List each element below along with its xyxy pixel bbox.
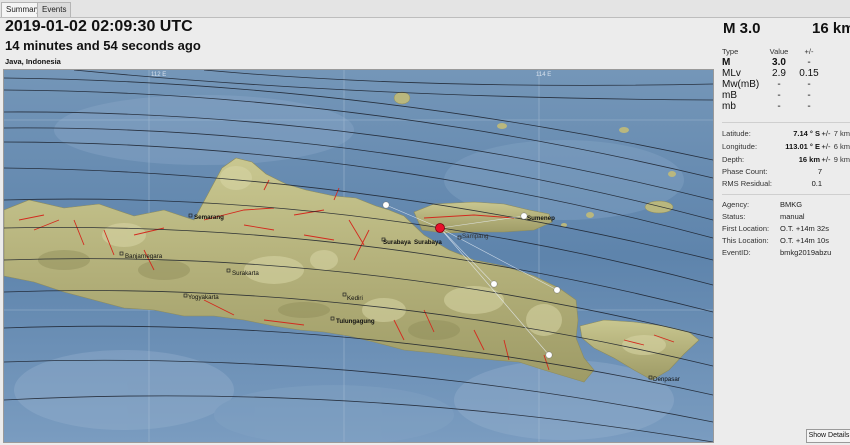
longitude-label: Longitude: (722, 142, 758, 151)
station-marker[interactable] (545, 351, 553, 359)
depth-pm: +/- (821, 155, 831, 164)
grid-label-114: 114 E (536, 72, 551, 78)
longitude-row: Longitude: 113.01 ° E +/- 6 km (722, 141, 850, 152)
map-canvas[interactable]: 112 E 114 E Semarang Banjarnegara Suraka… (4, 70, 713, 442)
small-island (619, 127, 629, 133)
col-uncertainty: +/- (804, 47, 814, 56)
col-value: Value (769, 47, 789, 56)
rms-label: RMS Residual: (722, 179, 773, 188)
epicenter-marker[interactable] (435, 223, 445, 233)
latitude-pm: +/- (821, 129, 831, 138)
event-map[interactable]: 112 E 114 E Semarang Banjarnegara Suraka… (3, 69, 714, 443)
small-island (393, 91, 411, 105)
mag-type: MLv (722, 68, 741, 79)
depth-row: Depth: 16 km +/- 9 km (722, 154, 850, 165)
mag-type: mB (722, 90, 737, 101)
tab-bar: Summary Events (0, 0, 850, 18)
magnitude-row[interactable]: Mw(mB) - - (722, 79, 824, 90)
place-label: Tulungagung (336, 318, 375, 325)
magnitude-row[interactable]: mB - - (722, 90, 824, 101)
region-name: Java, Indonesia (5, 57, 61, 66)
longitude-dir: ° E (809, 142, 820, 151)
mag-value: - (777, 79, 781, 90)
magnitude-row[interactable]: mb - - (722, 101, 824, 112)
latitude-row: Latitude: 7.14 ° S +/- 7 km (722, 128, 850, 139)
mag-uncertainty: - (807, 90, 811, 101)
longitude-pm: +/- (821, 142, 831, 151)
small-island (497, 123, 507, 129)
small-island (668, 171, 676, 177)
phase-count-row: Phase Count: 7 (722, 166, 850, 177)
status-value: manual (780, 212, 805, 221)
mag-uncertainty: 0.15 (799, 68, 819, 79)
depth-label: Depth: (722, 155, 745, 164)
this-location-label: This Location: (722, 236, 769, 245)
first-location-label: First Location: (722, 224, 770, 233)
mag-value: - (777, 90, 781, 101)
this-location-value: O.T. +14m 10s (780, 236, 829, 245)
mag-uncertainty: - (807, 79, 811, 90)
latitude-label: Latitude: (722, 129, 751, 138)
longitude-uncertainty: 6 km (833, 142, 850, 151)
magnitude-row[interactable]: MLv 2.9 0.15 (722, 68, 824, 79)
latitude-uncertainty: 7 km (833, 129, 850, 138)
place-label: Semarang (194, 214, 224, 221)
mag-value: - (777, 101, 781, 112)
magnitude-summary: M 3.0 (723, 20, 761, 37)
latitude-value: 7.14 (793, 129, 808, 138)
agency-label: Agency: (722, 200, 750, 209)
station-marker[interactable] (382, 201, 390, 209)
magnitude-table-header: Type Value +/- (722, 46, 824, 57)
time-ago: 14 minutes and 54 seconds ago (5, 38, 201, 53)
col-type: Type (722, 47, 739, 56)
magnitude-table: Type Value +/- M 3.0 - MLv 2.9 0.15 Mw(m… (722, 46, 824, 112)
place-label: Surabaya (414, 239, 442, 246)
mag-uncertainty: - (807, 101, 811, 112)
mag-type: mb (722, 101, 736, 112)
station-marker[interactable] (490, 280, 498, 288)
event-id-row: EventID: bmkg2019abzu (722, 247, 850, 258)
event-id-value: bmkg2019abzu (780, 248, 832, 257)
place-label: Yogyakarta (188, 294, 219, 301)
show-details-button[interactable]: Show Details (806, 429, 850, 443)
latitude-dir: ° S (809, 129, 820, 138)
mag-type: M (722, 57, 731, 68)
place-label: Surakarta (232, 270, 259, 277)
small-island (586, 212, 594, 218)
place-label: Sampang (462, 233, 489, 240)
depth-summary: 16 km (812, 20, 850, 37)
magnitude-row[interactable]: M 3.0 - (722, 57, 824, 68)
depth-value: 16 (798, 155, 808, 164)
depth-uncertainty: 9 km (833, 155, 850, 164)
tab-events[interactable]: Events (37, 2, 72, 17)
place-label: Surabaya (383, 239, 411, 246)
event-id-label: EventID: (722, 248, 751, 257)
mag-type: Mw(mB) (722, 79, 760, 90)
place-label: Sumenep (527, 215, 555, 222)
status-label: Status: (722, 212, 746, 221)
rms-row: RMS Residual: 0.1 (722, 178, 850, 189)
place-label: Banjarnegara (125, 253, 163, 260)
mag-value: 2.9 (772, 68, 786, 79)
mag-uncertainty: - (807, 57, 811, 68)
phase-count-value: 7 (817, 167, 822, 176)
depth-unit: km (809, 155, 820, 164)
place-label: Denpasar (653, 376, 680, 383)
mag-value: 3.0 (772, 57, 786, 68)
this-location-row: This Location: O.T. +14m 10s (722, 235, 850, 246)
divider (722, 194, 850, 195)
place-label: Kediri (347, 295, 363, 302)
small-island (644, 200, 674, 214)
agency-value: BMKG (780, 200, 803, 209)
first-location-value: O.T. +14m 32s (780, 224, 829, 233)
rms-value: 0.1 (811, 179, 822, 188)
phase-count-label: Phase Count: (722, 167, 768, 176)
agency-row: Agency: BMKG (722, 199, 850, 210)
status-row: Status: manual (722, 211, 850, 222)
first-location-row: First Location: O.T. +14m 32s (722, 223, 850, 234)
station-marker[interactable] (553, 286, 561, 294)
origin-time: 2019-01-02 02:09:30 UTC (5, 18, 193, 35)
longitude-value: 113.01 (785, 142, 808, 151)
divider (722, 122, 850, 123)
